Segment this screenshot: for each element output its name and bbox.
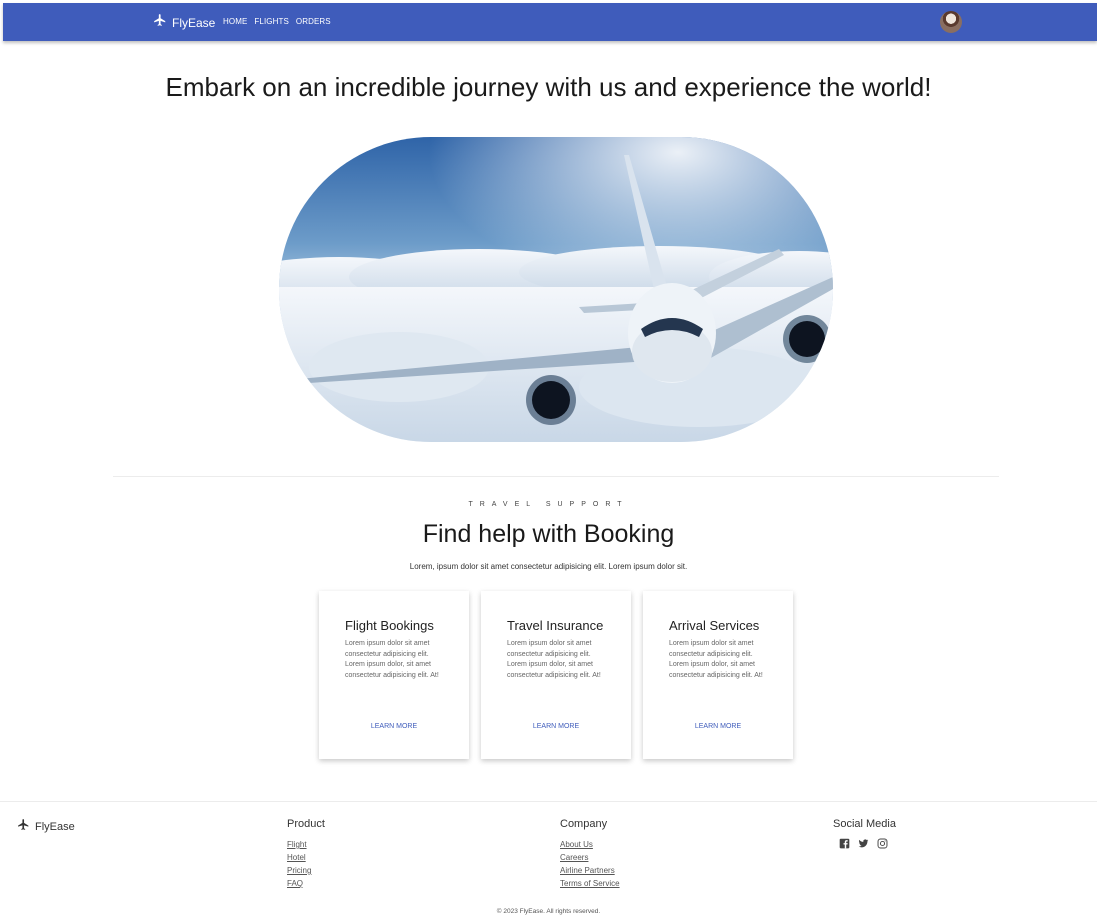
- brand-name: FlyEase: [172, 15, 216, 30]
- card-text: Lorem ipsum dolor sit amet consectetur a…: [669, 640, 763, 679]
- footer-link-flight[interactable]: Flight: [287, 838, 325, 851]
- section-divider: [113, 476, 999, 477]
- section-eyebrow: TRAVEL SUPPORT: [468, 501, 629, 508]
- card-text: Lorem ipsum dolor sit amet consectetur a…: [345, 640, 439, 679]
- card-arrival-services: Arrival Services Lorem ipsum dolor sit a…: [643, 591, 793, 759]
- footer-link-faq[interactable]: FAQ: [287, 877, 325, 890]
- card-travel-insurance: Travel Insurance Lorem ipsum dolor sit a…: [481, 591, 631, 759]
- footer-heading: Product: [287, 818, 325, 830]
- copyright-text: © 2023 FlyEase. All rights reserved.: [496, 908, 601, 915]
- footer-link-about-us[interactable]: About Us: [560, 838, 620, 851]
- footer-link-airline-partners[interactable]: Airline Partners: [560, 864, 620, 877]
- footer-heading: Social Media: [833, 818, 896, 830]
- learn-more-button[interactable]: LEARN MORE: [643, 723, 793, 730]
- social-links: [839, 838, 896, 849]
- section-title: Find help with Booking: [422, 520, 675, 548]
- footer-link-pricing[interactable]: Pricing: [287, 864, 325, 877]
- airplane-icon: [153, 13, 167, 32]
- service-cards: Flight Bookings Lorem ipsum dolor sit am…: [319, 591, 793, 759]
- card-title: Arrival Services: [669, 618, 760, 633]
- instagram-icon[interactable]: [877, 838, 888, 849]
- section-subtitle: Lorem, ipsum dolor sit amet consectetur …: [409, 562, 688, 571]
- nav-link-orders[interactable]: ORDERS: [296, 17, 331, 26]
- footer-brand-name: FlyEase: [35, 821, 75, 833]
- card-text: Lorem ipsum dolor sit amet consectetur a…: [507, 640, 601, 679]
- learn-more-button[interactable]: LEARN MORE: [319, 723, 469, 730]
- footer-divider: [0, 801, 1097, 802]
- twitter-icon[interactable]: [858, 838, 869, 849]
- nav-link-flights[interactable]: FLIGHTS: [254, 17, 288, 26]
- nav-brand[interactable]: FlyEase: [153, 13, 215, 32]
- top-navbar: FlyEase HOME FLIGHTS ORDERS: [3, 3, 1097, 41]
- airplane-icon: [17, 818, 30, 836]
- footer-link-hotel[interactable]: Hotel: [287, 851, 325, 864]
- nav-links: HOME FLIGHTS ORDERS: [223, 17, 331, 26]
- user-avatar[interactable]: [940, 11, 962, 33]
- card-flight-bookings: Flight Bookings Lorem ipsum dolor sit am…: [319, 591, 469, 759]
- facebook-icon[interactable]: [839, 838, 850, 849]
- nav-link-home[interactable]: HOME: [223, 17, 247, 26]
- card-title: Travel Insurance: [507, 618, 604, 633]
- footer-company-column: Company About Us Careers Airline Partner…: [560, 818, 620, 890]
- card-title: Flight Bookings: [345, 618, 434, 633]
- hero-title: Embark on an incredible journey with us …: [165, 72, 932, 102]
- learn-more-button[interactable]: LEARN MORE: [481, 723, 631, 730]
- footer-link-terms[interactable]: Terms of Service: [560, 877, 620, 890]
- footer-link-careers[interactable]: Careers: [560, 851, 620, 864]
- footer-product-column: Product Flight Hotel Pricing FAQ: [287, 818, 325, 890]
- hero-airplane-image: [279, 137, 833, 442]
- footer-heading: Company: [560, 818, 608, 830]
- footer-social-column: Social Media: [833, 818, 896, 849]
- footer-brand[interactable]: FlyEase: [17, 818, 75, 836]
